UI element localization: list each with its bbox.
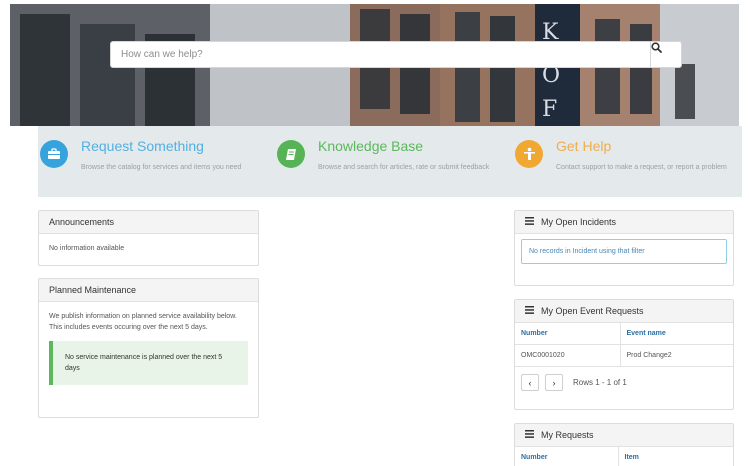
quick-link-get-help[interactable]: Get Help Contact support to make a reque… <box>513 138 733 188</box>
column-header-item[interactable]: Item <box>617 447 733 466</box>
table-row[interactable]: OMC0001020 Prod Change2 <box>515 344 733 367</box>
open-incidents-panel: My Open Incidents No records in Incident… <box>514 210 734 286</box>
panel-header: My Open Event Requests <box>515 300 733 323</box>
next-page-button[interactable]: › <box>545 374 563 391</box>
cell-number[interactable]: OMC0001020 <box>515 344 620 367</box>
search-bar <box>110 41 682 68</box>
panel-title: Planned Maintenance <box>39 279 258 302</box>
panel-title: Announcements <box>39 211 258 234</box>
previous-page-button[interactable]: ‹ <box>521 374 539 391</box>
announcements-panel: Announcements No information available <box>38 210 259 266</box>
rows-count-label: Rows 1 - 1 of 1 <box>573 378 627 387</box>
my-requests-table: Number Item <box>515 447 733 466</box>
book-icon <box>277 140 305 168</box>
pagination: ‹ › Rows 1 - 1 of 1 <box>515 367 733 398</box>
svg-text:F: F <box>542 97 557 122</box>
menu-icon <box>525 430 534 440</box>
quick-link-title[interactable]: Get Help <box>556 138 611 154</box>
quick-link-knowledge-base[interactable]: Knowledge Base Browse and search for art… <box>275 138 495 188</box>
briefcase-icon <box>40 140 68 168</box>
event-requests-table: Number Event name OMC0001020 Prod Change… <box>515 323 733 367</box>
quick-links-band: Request Something Browse the catalog for… <box>38 126 742 197</box>
help-icon <box>515 140 543 168</box>
menu-icon <box>525 217 534 227</box>
open-event-requests-panel: My Open Event Requests Number Event name… <box>514 299 734 410</box>
maintenance-notice: No service maintenance is planned over t… <box>49 341 248 385</box>
incidents-empty-message: No records in Incident using that filter <box>521 239 727 264</box>
maintenance-description: We publish information on planned servic… <box>49 313 237 331</box>
quick-link-request-something[interactable]: Request Something Browse the catalog for… <box>38 138 258 188</box>
menu-icon <box>525 306 534 316</box>
column-header-event-name[interactable]: Event name <box>619 323 733 345</box>
table-header-row: Number Event name <box>515 323 733 345</box>
table-header-row: Number Item <box>515 447 733 466</box>
search-input[interactable] <box>111 42 651 67</box>
column-header-number[interactable]: Number <box>515 323 620 345</box>
my-requests-panel: My Requests Number Item <box>514 423 734 466</box>
panel-title: My Open Incidents <box>541 217 617 227</box>
quick-link-title[interactable]: Knowledge Base <box>318 138 423 154</box>
panel-header: My Requests <box>515 424 733 447</box>
panel-title: My Requests <box>541 430 594 440</box>
cell-event-name: Prod Change2 <box>619 344 733 367</box>
panel-title: My Open Event Requests <box>541 306 644 316</box>
hero-banner: K O F <box>10 4 739 126</box>
quick-link-description: Browse the catalog for services and item… <box>81 164 242 171</box>
column-header-number[interactable]: Number <box>515 447 618 466</box>
announcements-body: No information available <box>49 245 125 252</box>
planned-maintenance-panel: Planned Maintenance We publish informati… <box>38 278 259 418</box>
quick-link-description: Contact support to make a request, or re… <box>556 164 727 171</box>
quick-link-title[interactable]: Request Something <box>81 138 204 154</box>
panel-header: My Open Incidents <box>515 211 733 234</box>
search-button[interactable] <box>650 42 681 67</box>
quick-link-description: Browse and search for articles, rate or … <box>318 164 490 171</box>
